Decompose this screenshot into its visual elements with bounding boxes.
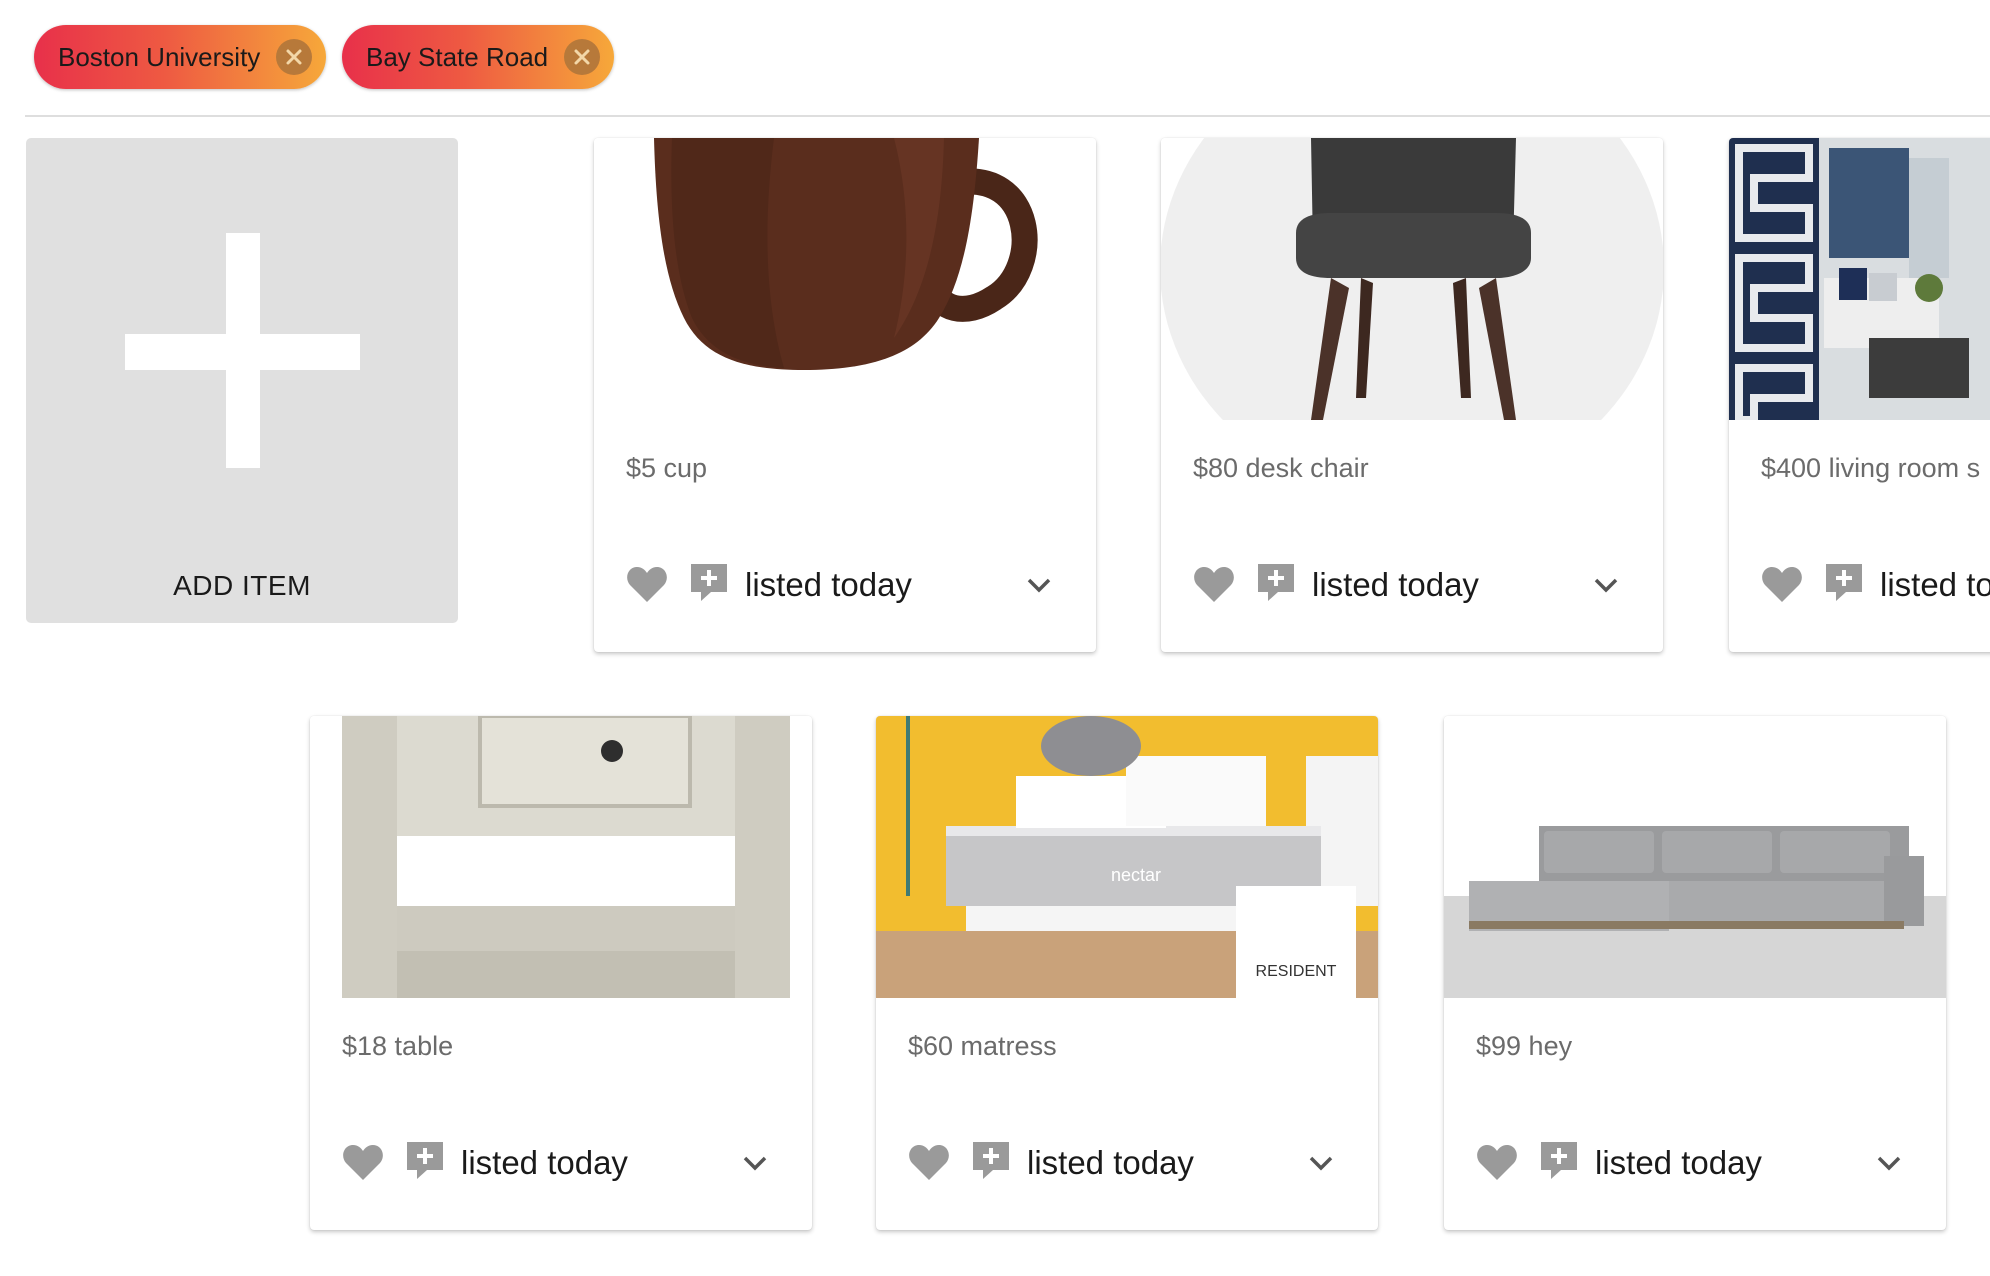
- filter-chip-bay-state-road[interactable]: Bay State Road: [342, 25, 614, 89]
- filter-divider: [25, 115, 1990, 117]
- add-to-list-icon[interactable]: [970, 1139, 1012, 1181]
- item-card[interactable]: $5 cup listed today: [594, 138, 1096, 652]
- add-to-list-icon[interactable]: [404, 1139, 446, 1181]
- item-image-brown-mug[interactable]: [594, 138, 1096, 420]
- box-brand-text: RESIDENT: [1256, 963, 1337, 980]
- listings-page: Boston University Bay State Road ADD ITE…: [0, 0, 1990, 1276]
- item-image-gray-sectional[interactable]: [1444, 716, 1946, 998]
- listed-date: listed today: [745, 566, 912, 603]
- close-icon[interactable]: [564, 39, 601, 75]
- chevron-down-icon[interactable]: [1589, 568, 1623, 602]
- listed-date: listed today: [461, 1144, 628, 1181]
- item-card[interactable]: $18 table listed today: [310, 716, 812, 1230]
- heart-icon[interactable]: [626, 566, 668, 604]
- chevron-down-icon[interactable]: [1872, 1146, 1906, 1180]
- filter-chip-label: Bay State Road: [366, 41, 549, 72]
- heart-icon[interactable]: [1761, 566, 1803, 604]
- heart-icon[interactable]: [1476, 1144, 1518, 1182]
- item-card[interactable]: $99 hey listed today: [1444, 716, 1946, 1230]
- close-icon[interactable]: [276, 39, 313, 75]
- item-title: $80 desk chair: [1193, 453, 1369, 483]
- add-item-button[interactable]: ADD ITEM: [26, 138, 458, 623]
- listed-date: listed to: [1880, 566, 1990, 603]
- listed-date: listed today: [1312, 566, 1479, 603]
- add-item-label: ADD ITEM: [173, 570, 311, 601]
- item-title: $60 matress: [908, 1031, 1057, 1061]
- chevron-down-icon[interactable]: [738, 1146, 772, 1180]
- mattress-brand-text: nectar: [1111, 865, 1161, 885]
- item-image-nightstand[interactable]: [310, 716, 812, 998]
- item-title: $18 table: [342, 1031, 454, 1061]
- add-to-list-icon[interactable]: [688, 561, 730, 603]
- item-image-living-room[interactable]: [1729, 138, 1990, 420]
- listed-date: listed today: [1595, 1144, 1762, 1181]
- item-image-nectar-mattress[interactable]: nectar RESIDENT: [876, 716, 1378, 998]
- add-to-list-icon[interactable]: [1255, 561, 1297, 603]
- heart-icon[interactable]: [1193, 566, 1235, 604]
- item-image-gray-chair[interactable]: [1161, 138, 1663, 420]
- chevron-down-icon[interactable]: [1304, 1146, 1338, 1180]
- item-title: $99 hey: [1476, 1031, 1573, 1061]
- item-card[interactable]: nectar RESIDENT $60 matress listed today: [876, 716, 1378, 1230]
- add-to-list-icon[interactable]: [1538, 1139, 1580, 1181]
- item-card[interactable]: $400 living room s listed to: [1729, 138, 1990, 652]
- item-card[interactable]: $80 desk chair listed today: [1161, 138, 1663, 652]
- filter-chip-label: Boston University: [58, 41, 261, 72]
- listed-date: listed today: [1027, 1144, 1194, 1181]
- filter-chip-boston-university[interactable]: Boston University: [34, 25, 326, 89]
- item-title: $400 living room s: [1761, 453, 1981, 483]
- heart-icon[interactable]: [342, 1144, 384, 1182]
- add-to-list-icon[interactable]: [1823, 561, 1865, 603]
- item-title: $5 cup: [626, 453, 708, 483]
- chevron-down-icon[interactable]: [1022, 568, 1056, 602]
- heart-icon[interactable]: [908, 1144, 950, 1182]
- plus-icon-bar: [125, 334, 360, 370]
